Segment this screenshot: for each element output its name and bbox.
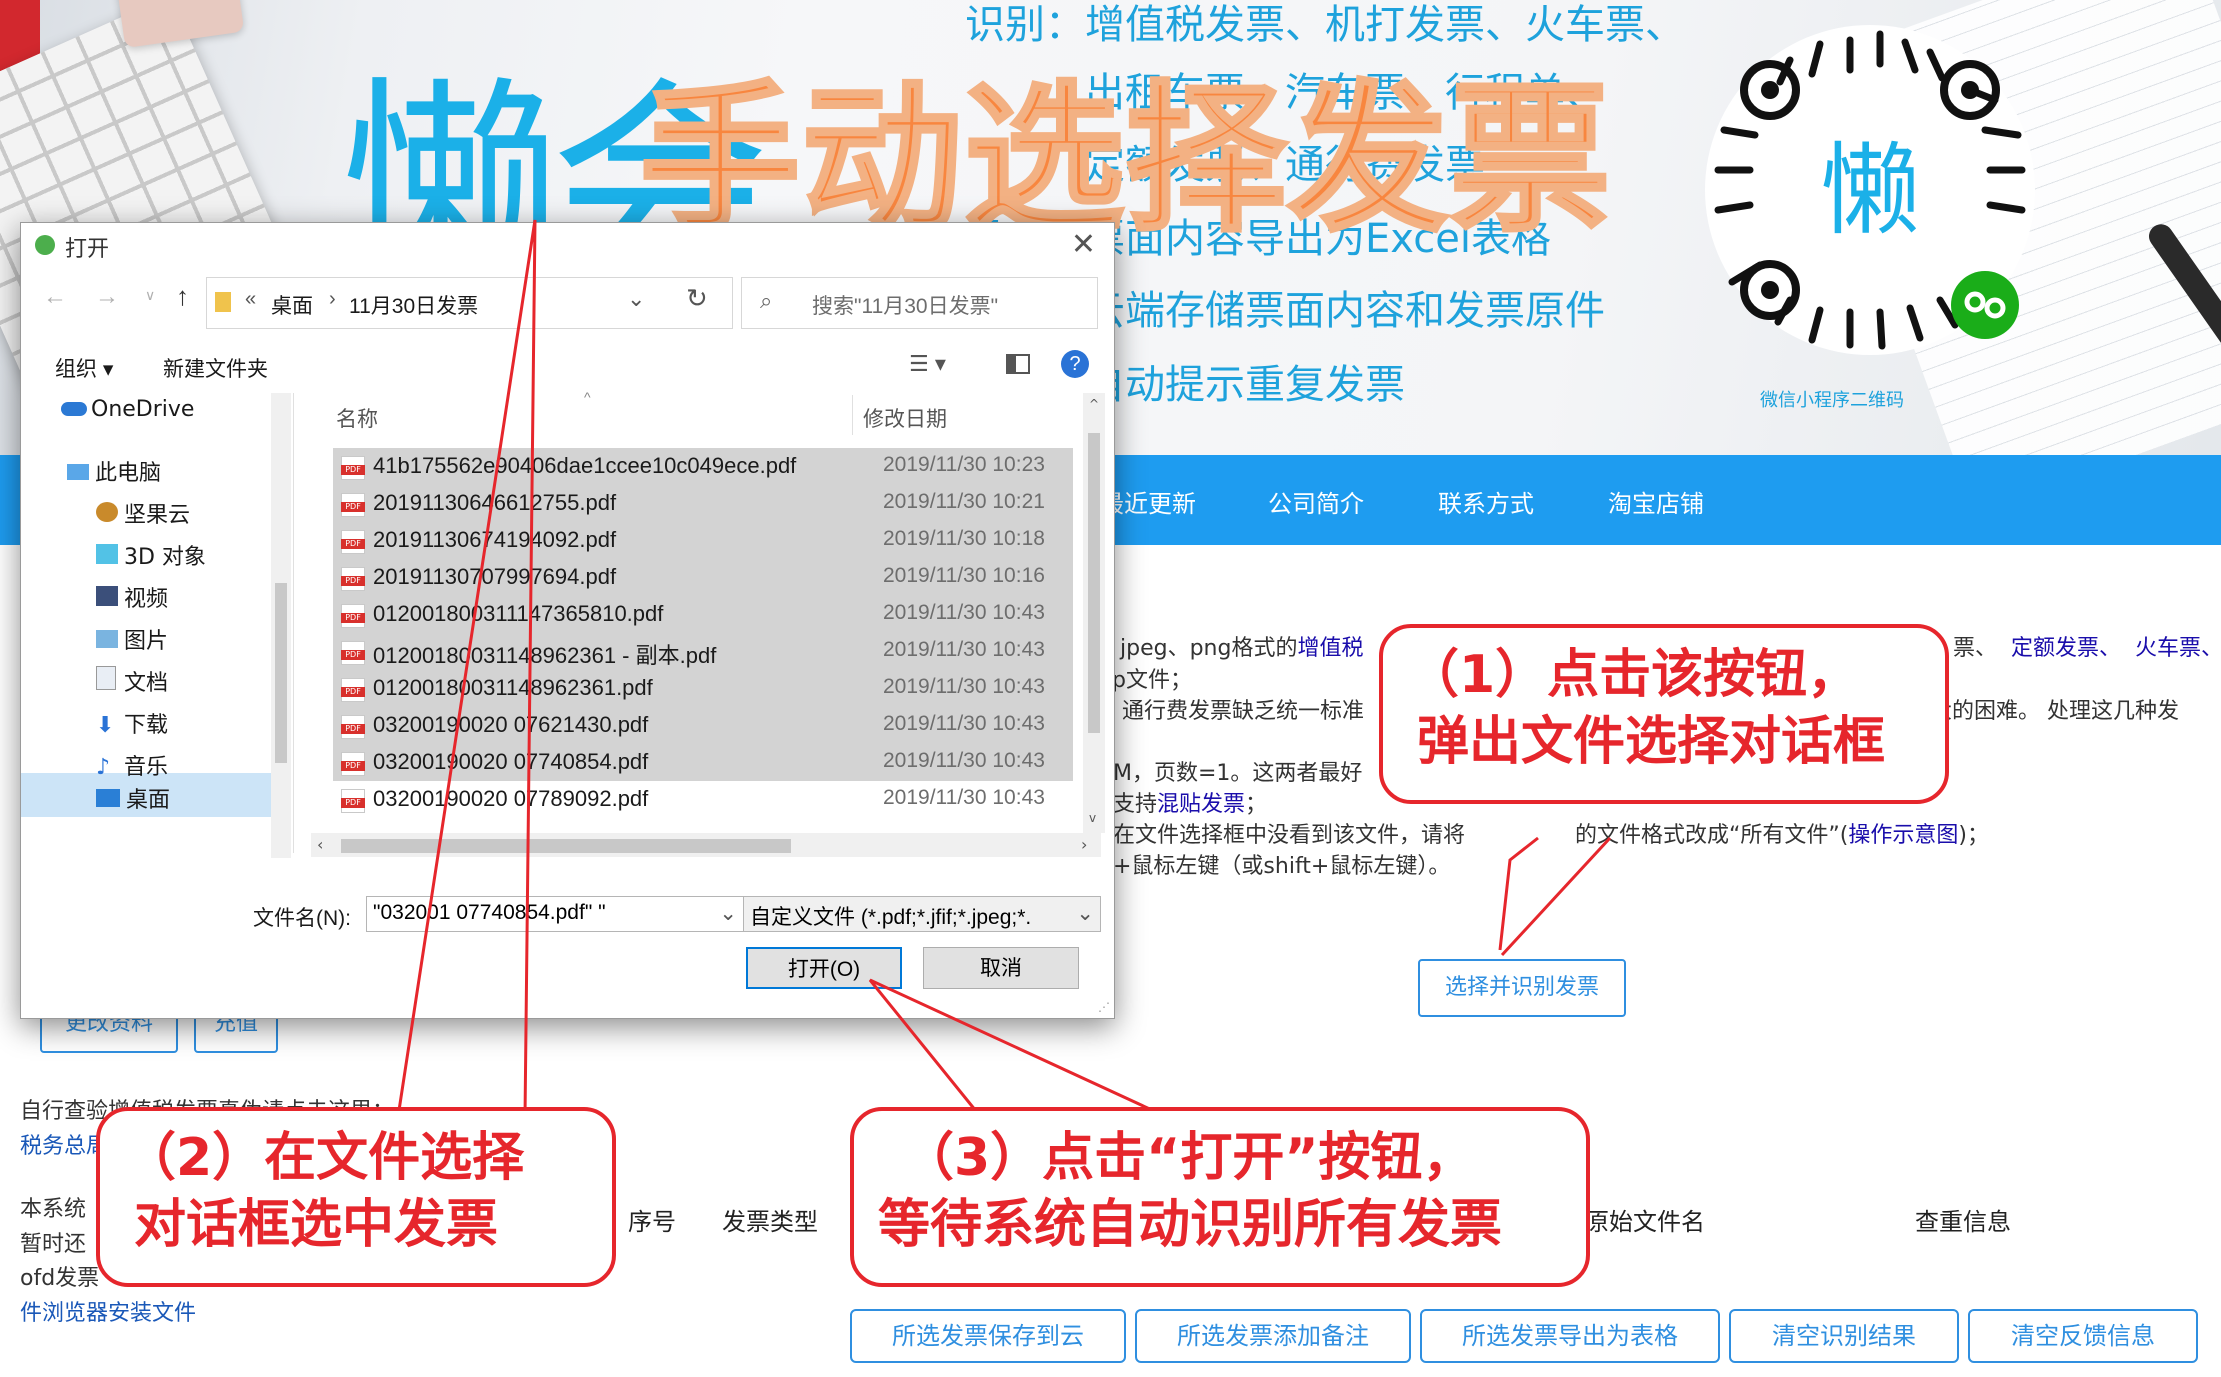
callout-step2: （2）在文件选择 对话框选中发票 [96,1107,616,1287]
callout2-pointer [396,219,537,1118]
callout3-pointer [868,978,1166,1118]
callout-step1: （1）点击该按钮， 弹出文件选择对话框 [1379,624,1949,804]
callout-step3: （3）点击“打开”按钮， 等待系统自动识别所有发票 [850,1107,1590,1287]
callout1-pointer [1498,836,1539,951]
